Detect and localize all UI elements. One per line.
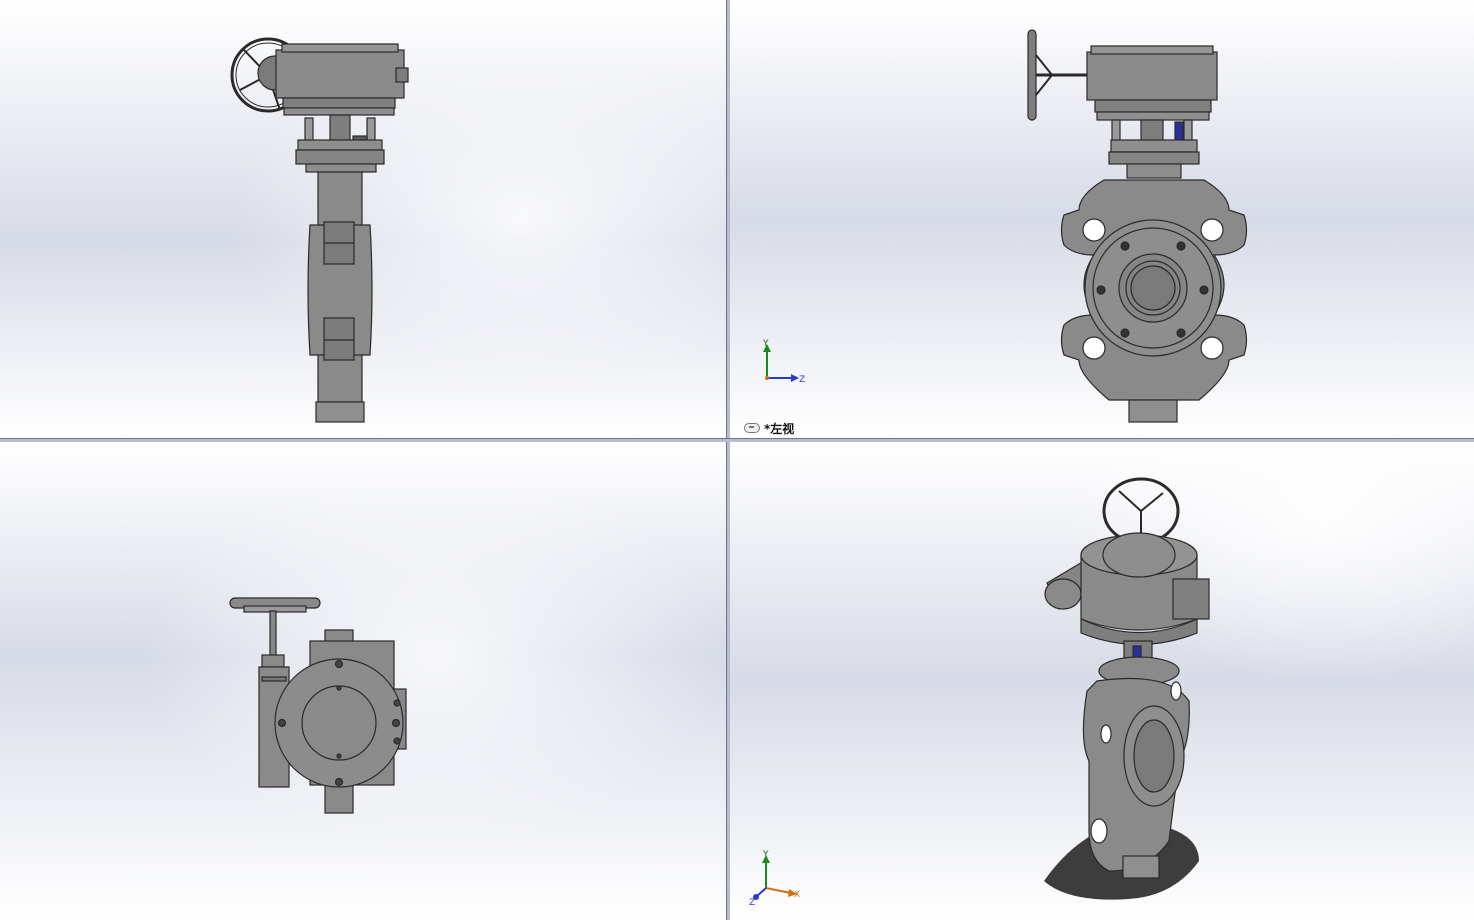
front-view-drawing [0,0,726,438]
isometric-view-drawing: Y X Z [729,441,1474,920]
left-view-drawing: Y Z [729,0,1474,438]
top-viewport[interactable] [0,441,726,920]
view-orientation-label[interactable]: *左视 [744,420,794,436]
top-view-drawing [0,441,726,920]
viewport-splitter-vertical[interactable] [726,0,730,920]
link-icon[interactable] [744,423,760,433]
triad-z-label: Z [799,375,805,385]
view-name: *左视 [764,421,795,436]
triad-x-label: X [794,890,800,900]
isometric-viewport[interactable]: Y X Z [729,441,1474,920]
triad-z-label: Z [749,898,755,908]
left-viewport[interactable]: Y Z [729,0,1474,438]
triad-y-label: Y [762,339,769,349]
front-viewport[interactable] [0,0,726,438]
triad-y-label: Y [762,850,769,860]
viewport-splitter-horizontal[interactable] [0,438,1474,442]
cad-quad-viewport[interactable]: Y Z Y X Z *左视 [0,0,1474,920]
